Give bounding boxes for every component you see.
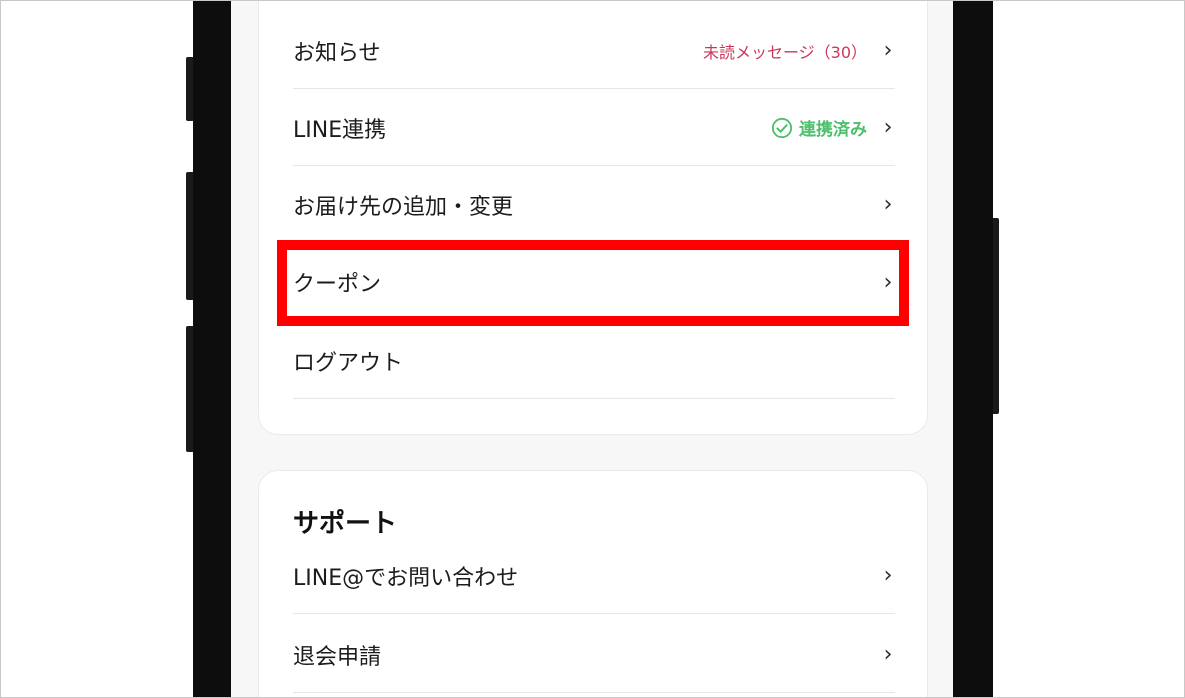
support-section-title: サポート bbox=[293, 509, 398, 539]
menu-item-label: LINE連携 bbox=[293, 117, 387, 143]
menu-item-delivery-address[interactable]: お届け先の追加・変更 › bbox=[293, 167, 895, 243]
menu-item-label: お届け先の追加・変更 bbox=[293, 194, 514, 220]
phone-screen: お知らせ 未読メッセージ（30） › LINE連携 連携済み › お届け先の追加… bbox=[231, 0, 953, 698]
phone-bezel-left bbox=[193, 0, 231, 698]
menu-item-notifications[interactable]: お知らせ 未読メッセージ（30） › bbox=[293, 13, 895, 89]
chevron-right-icon: › bbox=[883, 38, 893, 63]
menu-item-label: 退会申請 bbox=[293, 644, 382, 670]
menu-item-label: LINE@でお問い合わせ bbox=[293, 565, 519, 591]
chevron-right-icon: › bbox=[883, 563, 893, 588]
menu-item-label: お知らせ bbox=[293, 40, 381, 66]
line-linked-status: 連携済み bbox=[799, 120, 867, 140]
menu-item-coupon[interactable]: クーポン › bbox=[293, 244, 895, 320]
chevron-right-icon: › bbox=[883, 192, 893, 217]
menu-item-logout[interactable]: ログアウト bbox=[293, 323, 895, 399]
menu-item-withdrawal[interactable]: 退会申請 › bbox=[293, 617, 895, 693]
chevron-right-icon: › bbox=[883, 642, 893, 667]
check-circle-icon bbox=[771, 117, 793, 138]
chevron-right-icon: › bbox=[883, 269, 893, 295]
menu-item-line-contact[interactable]: LINE@でお問い合わせ › bbox=[293, 538, 895, 614]
menu-item-line-link[interactable]: LINE連携 連携済み › bbox=[293, 90, 895, 166]
support-card: サポート LINE@でお問い合わせ › 退会申請 › bbox=[258, 470, 928, 698]
phone-bezel-right bbox=[953, 0, 993, 698]
menu-item-label: ログアウト bbox=[293, 350, 404, 376]
chevron-right-icon: › bbox=[883, 115, 893, 140]
unread-messages-badge: 未読メッセージ（30） bbox=[702, 42, 867, 62]
menu-item-label: クーポン bbox=[293, 272, 382, 297]
account-menu-card: お知らせ 未読メッセージ（30） › LINE連携 連携済み › お届け先の追加… bbox=[258, 0, 928, 435]
